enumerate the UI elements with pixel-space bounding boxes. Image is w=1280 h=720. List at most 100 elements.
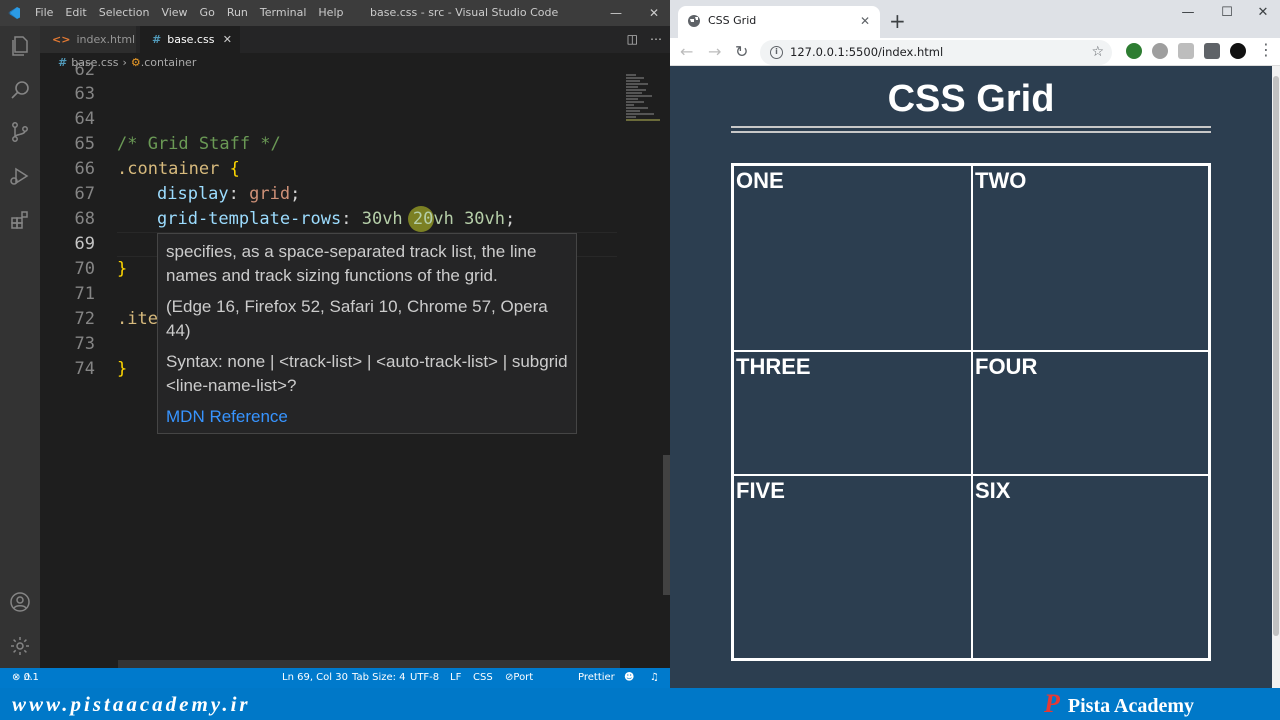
code-brace: { [229, 159, 240, 179]
css-file-icon: # [152, 33, 162, 46]
browser-tab[interactable]: CSS Grid ✕ [678, 6, 880, 38]
breadcrumb: # base.css › ⚙.container [40, 53, 670, 73]
menu-file[interactable]: File [29, 0, 59, 26]
site-info-icon[interactable]: i [770, 46, 783, 59]
forward-arrow-icon[interactable]: → [708, 41, 721, 63]
close-tab-icon[interactable]: ✕ [860, 6, 870, 36]
web-page: CSS Grid ONE TWO THREE FOUR FIVE SIX [670, 66, 1272, 688]
reload-icon[interactable]: ↻ [735, 41, 748, 63]
menu-go[interactable]: Go [194, 0, 221, 26]
live-server-port[interactable]: ⊘ Port : 5500 [505, 668, 539, 720]
line-number: 63 [74, 84, 95, 104]
close-window-icon[interactable]: ✕ [640, 0, 668, 26]
browser-menu-icon[interactable]: ⋮ [1258, 39, 1274, 61]
code-line-70: } [117, 257, 127, 282]
hover-syntax: Syntax: none | <track-list> | <auto-trac… [166, 352, 568, 395]
close-window-icon[interactable]: ✕ [1243, 3, 1280, 23]
code-property: grid-template-rows [157, 209, 342, 229]
menu-bar: File Edit Selection View Go Run Terminal… [29, 0, 349, 26]
cursor-position[interactable]: Ln 69, Col 30 [282, 668, 348, 688]
code-brace: } [117, 359, 128, 379]
browser-tab-title: CSS Grid [708, 14, 757, 27]
prettier-status[interactable]: Prettier [578, 668, 615, 688]
brand-name: P Pista Academy [1044, 688, 1194, 720]
mdn-reference-link[interactable]: MDN Reference [166, 405, 568, 429]
line-number: 66 [74, 159, 95, 179]
language-mode[interactable]: CSS [473, 668, 493, 688]
tab-size[interactable]: Tab Size: 4 [352, 668, 406, 688]
new-tab-icon[interactable]: + [889, 8, 906, 34]
menu-selection[interactable]: Selection [93, 0, 156, 26]
line-number: 68 [74, 209, 95, 229]
grid-container: ONE TWO THREE FOUR FIVE SIX [731, 163, 1211, 661]
accounts-icon[interactable] [8, 590, 32, 614]
line-number: 70 [74, 259, 95, 279]
html-file-icon: <> [52, 33, 71, 46]
code-line-68: grid-template-rows: 30vh 20vh 30vh; [157, 209, 516, 229]
breadcrumb-symbol[interactable]: .container [141, 56, 197, 69]
brand-label: Pista Academy [1067, 695, 1194, 717]
run-debug-icon[interactable] [8, 164, 32, 188]
end-of-line[interactable]: LF [450, 668, 461, 688]
grid-item: FOUR [972, 351, 1209, 475]
more-actions-icon[interactable]: ⋯ [650, 32, 662, 46]
branding-bar: www.pistaacademy.ir P Pista Academy [0, 688, 1280, 720]
grid-item: SIX [972, 475, 1209, 659]
grid-item: FIVE [733, 475, 972, 659]
address-bar[interactable]: i 127.0.0.1:5500/index.html ☆ [760, 40, 1112, 65]
menu-help[interactable]: Help [312, 0, 349, 26]
split-editor-icon[interactable]: ◫ [627, 32, 638, 46]
minimize-icon[interactable]: — [602, 0, 630, 26]
profile-avatar[interactable] [1230, 43, 1246, 59]
code-line-72: .ite [117, 307, 158, 332]
tab-base-css[interactable]: # base.css ✕ [140, 26, 240, 53]
vscode-logo-icon [8, 7, 20, 19]
line-number: 72 [74, 309, 95, 329]
hover-compat: (Edge 16, Firefox 52, Safari 10, Chrome … [166, 297, 548, 340]
code-comment: /* Grid Staff */ [117, 134, 281, 154]
minimize-icon[interactable]: — [1168, 3, 1208, 23]
bookmark-star-icon[interactable]: ☆ [1091, 40, 1104, 65]
vscode-window: File Edit Selection View Go Run Terminal… [0, 0, 670, 720]
tab-index-html[interactable]: <> index.html [40, 26, 136, 53]
menu-terminal[interactable]: Terminal [254, 0, 313, 26]
hover-description: specifies, as a space-separated track li… [166, 242, 537, 285]
editor-tabs: <> index.html # base.css ✕ ◫ ⋯ [40, 26, 670, 53]
browser-window: CSS Grid ✕ + — ☐ ✕ ← → ↻ i 127.0.0.1:550… [670, 0, 1280, 688]
maximize-icon[interactable]: ☐ [1207, 3, 1247, 23]
chevron-right-icon: › [122, 56, 127, 69]
back-arrow-icon[interactable]: ← [680, 41, 693, 63]
line-number: 67 [74, 184, 95, 204]
source-control-icon[interactable] [8, 120, 32, 144]
minimap[interactable] [626, 73, 662, 173]
problems-indicator[interactable]: ⊗ 0 ⚠ 1 [12, 668, 39, 688]
encoding[interactable]: UTF-8 [410, 668, 439, 688]
extensions-icon[interactable] [8, 208, 32, 232]
code-property: display [157, 184, 229, 204]
page-scrollbar[interactable] [1272, 66, 1280, 688]
extension-icon[interactable] [1152, 43, 1168, 59]
search-icon[interactable] [8, 78, 32, 102]
grid-item: ONE [733, 165, 972, 351]
manage-gear-icon[interactable] [8, 634, 32, 658]
extension-icon[interactable] [1126, 43, 1142, 59]
line-number: 71 [74, 284, 95, 304]
notifications-bell-icon[interactable]: ♫ [650, 668, 659, 688]
scrollbar-thumb[interactable] [1273, 76, 1279, 636]
close-tab-icon[interactable]: ✕ [223, 26, 232, 53]
code-value: 30vh 20vh 30vh [361, 209, 506, 229]
title-bar: File Edit Selection View Go Run Terminal… [0, 0, 670, 26]
code-line-67: display: grid; [157, 184, 301, 204]
line-number: 74 [74, 359, 95, 379]
browser-tabstrip: CSS Grid ✕ + — ☐ ✕ [670, 0, 1280, 38]
menu-edit[interactable]: Edit [59, 0, 92, 26]
extension-icon[interactable] [1178, 43, 1194, 59]
activity-bar [0, 26, 40, 668]
horizontal-scrollbar[interactable] [118, 660, 620, 668]
extensions-puzzle-icon[interactable] [1204, 43, 1220, 59]
explorer-icon[interactable] [8, 34, 32, 58]
feedback-icon[interactable]: ☻ [624, 668, 634, 688]
menu-run[interactable]: Run [221, 0, 254, 26]
menu-view[interactable]: View [155, 0, 193, 26]
vertical-scrollbar[interactable] [663, 455, 670, 595]
